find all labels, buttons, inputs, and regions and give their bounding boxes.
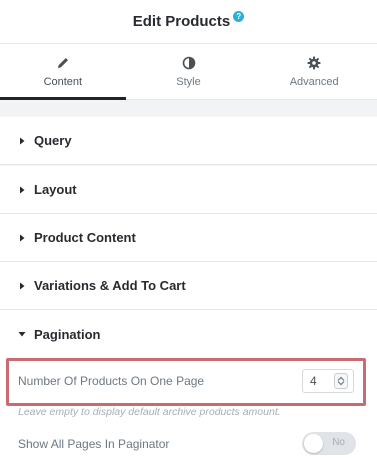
section-pagination[interactable]: Pagination: [0, 310, 377, 358]
number-stepper[interactable]: [334, 373, 348, 389]
help-icon[interactable]: ?: [233, 11, 245, 22]
tab-advanced-label: Advanced: [289, 75, 339, 88]
gear-icon: [307, 56, 321, 69]
tab-style-label: Style: [176, 75, 201, 88]
caret-right-icon: [20, 282, 25, 289]
chevron-down-icon[interactable]: [337, 381, 345, 386]
pencil-icon: [57, 57, 68, 68]
products-per-page-input[interactable]: 4: [302, 369, 354, 393]
products-per-page-description: Leave empty to display default archive p…: [18, 406, 281, 418]
panel-title: Edit Products: [132, 13, 231, 30]
panel-tabs: Content Style Advanced: [0, 44, 377, 100]
show-all-pages-label: Show All Pages In Paginator: [18, 437, 170, 451]
section-layout[interactable]: Layout: [0, 166, 377, 214]
show-all-pages-toggle[interactable]: No: [302, 432, 356, 455]
section-query[interactable]: Query: [0, 117, 377, 165]
products-per-page-value[interactable]: 4: [303, 374, 334, 388]
section-pagination-label: Pagination: [34, 326, 101, 342]
section-product-content-label: Product Content: [34, 230, 136, 245]
half-circle-icon: [182, 56, 195, 69]
section-query-label: Query: [34, 133, 72, 148]
section-layout-label: Layout: [34, 182, 77, 197]
tab-content-label: Content: [43, 75, 83, 88]
tab-content[interactable]: Content: [0, 44, 126, 100]
caret-right-icon: [20, 186, 25, 193]
tab-advanced[interactable]: Advanced: [251, 44, 377, 100]
caret-down-icon: [18, 332, 26, 337]
caret-right-icon: [20, 234, 25, 241]
panel-header: Edit Products ?: [0, 0, 377, 44]
toggle-knob: [304, 434, 323, 453]
section-variations-label: Variations & Add To Cart: [34, 278, 186, 293]
toggle-state-text: No: [332, 437, 345, 448]
tab-style[interactable]: Style: [125, 44, 252, 100]
section-variations[interactable]: Variations & Add To Cart: [0, 262, 377, 310]
products-per-page-label: Number Of Products On One Page: [18, 374, 205, 388]
section-product-content[interactable]: Product Content: [0, 214, 377, 262]
caret-right-icon: [20, 137, 25, 144]
